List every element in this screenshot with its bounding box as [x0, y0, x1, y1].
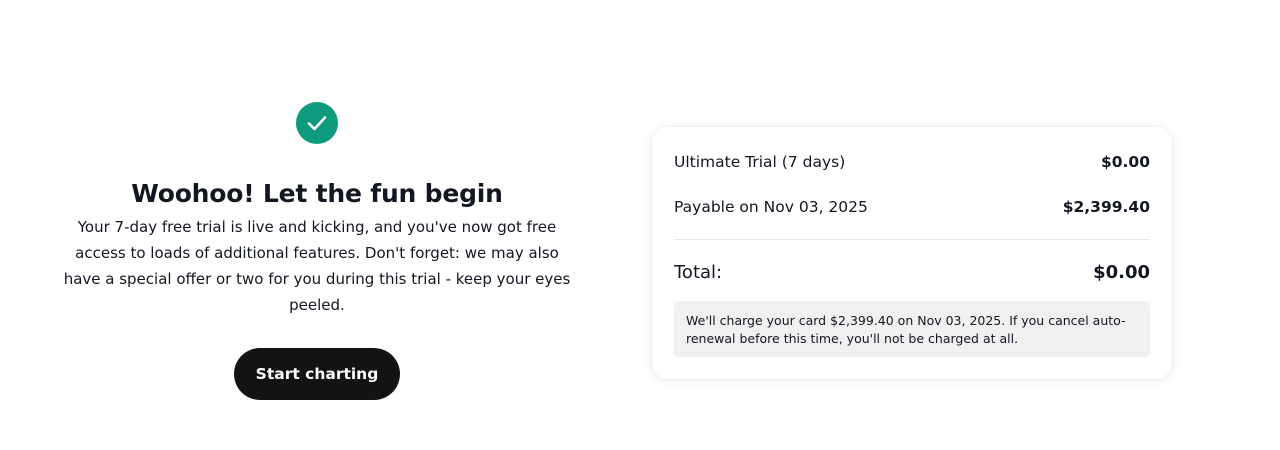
total-row: Total: $0.00	[674, 260, 1150, 284]
plan-label: Ultimate Trial (7 days)	[674, 153, 846, 171]
total-amount: $0.00	[1093, 261, 1150, 283]
plan-row: Ultimate Trial (7 days) $0.00	[674, 151, 1150, 173]
trial-confirmation-page: Woohoo! Let the fun begin Your 7-day fre…	[0, 0, 1280, 450]
start-charting-button[interactable]: Start charting	[234, 348, 400, 400]
success-panel: Woohoo! Let the fun begin Your 7-day fre…	[56, 102, 578, 400]
success-title: Woohoo! Let the fun begin	[131, 179, 503, 208]
success-message: Your 7-day free trial is live and kickin…	[63, 218, 571, 314]
plan-amount: $0.00	[1100, 153, 1150, 171]
checkmark-icon	[296, 102, 338, 144]
total-label: Total:	[674, 261, 723, 283]
payable-label: Payable on Nov 03, 2025	[674, 198, 868, 216]
renewal-notice: We'll charge your card $2,399.40 on Nov …	[674, 301, 1150, 357]
order-summary-card: Ultimate Trial (7 days) $0.00 Payable on…	[652, 127, 1172, 379]
payable-row: Payable on Nov 03, 2025 $2,399.40	[674, 196, 1150, 218]
payable-amount: $2,399.40	[1062, 198, 1150, 216]
summary-divider	[674, 239, 1150, 240]
